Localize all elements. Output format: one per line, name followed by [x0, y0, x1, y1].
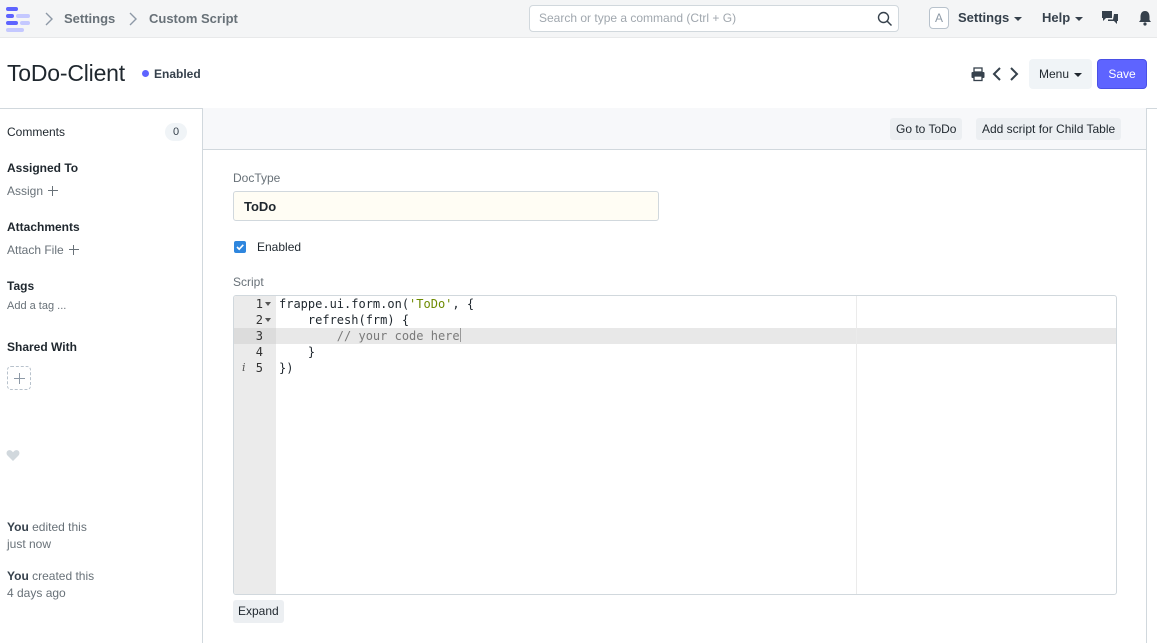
line-number: 1	[255, 297, 263, 311]
next-record-icon[interactable]	[1007, 66, 1021, 82]
breadcrumb-custom-script[interactable]: Custom Script	[149, 11, 238, 26]
line-number: 4	[255, 345, 263, 359]
timeline-item-edited: You edited this just now	[7, 519, 117, 553]
doctype-input[interactable]	[233, 191, 659, 221]
breadcrumb-chevron-icon	[45, 12, 53, 26]
attach-file-link[interactable]: Attach File	[7, 243, 79, 257]
add-child-table-script-button[interactable]: Add script for Child Table	[976, 118, 1122, 140]
code-string: 'ToDo'	[409, 297, 453, 311]
settings-dropdown-label: Settings	[958, 10, 1010, 25]
notification-bell-icon[interactable]	[1136, 9, 1154, 27]
search-box	[529, 5, 899, 32]
timeline-user: You	[7, 569, 29, 583]
heart-icon[interactable]	[6, 449, 20, 462]
status-indicator: Enabled	[142, 67, 201, 81]
form-toolbar: Go to ToDo Add script for Child Table	[203, 108, 1146, 150]
attach-file-label: Attach File	[7, 243, 64, 257]
code-line: frappe.ui.form.on('ToDo', {	[279, 296, 474, 312]
assign-link[interactable]: Assign	[7, 184, 59, 198]
enabled-label[interactable]: Enabled	[257, 240, 301, 254]
add-tag-link[interactable]: Add a tag ...	[7, 300, 66, 312]
search-input[interactable]	[539, 11, 869, 25]
script-label: Script	[233, 275, 264, 289]
assign-link-label: Assign	[7, 184, 44, 198]
chat-icon[interactable]	[1101, 9, 1119, 27]
timeline-time: 4 days ago	[7, 586, 66, 600]
fold-arrow-icon[interactable]	[265, 318, 271, 322]
print-margin	[856, 296, 857, 594]
code-editor[interactable]: 1 2 3 4 i 5 frappe.ui.form.on('ToDo', { …	[233, 295, 1117, 595]
line-number: 2	[255, 313, 263, 327]
help-dropdown[interactable]: Help	[1042, 10, 1084, 25]
print-icon[interactable]	[970, 66, 986, 82]
navbar: Settings Custom Script A Settings Help	[0, 0, 1157, 38]
fold-arrow-icon[interactable]	[265, 302, 271, 306]
text-cursor	[459, 328, 461, 342]
add-share-button[interactable]	[7, 366, 31, 390]
code-text: frappe.ui.form.on(	[279, 297, 410, 311]
enabled-checkbox[interactable]	[234, 241, 246, 253]
code-line: refresh(frm) {	[279, 313, 410, 327]
code-line-active: // your code here	[279, 328, 461, 344]
help-dropdown-label: Help	[1042, 10, 1071, 25]
timeline-user: You	[7, 520, 29, 534]
app-logo-icon[interactable]	[5, 5, 33, 33]
attachments-heading: Attachments	[7, 220, 80, 234]
caret-down-icon	[1075, 16, 1084, 21]
timeline-action: created this	[28, 569, 95, 583]
line-number-active: 3	[255, 329, 263, 343]
menu-button[interactable]: Menu	[1029, 59, 1092, 89]
previous-record-icon[interactable]	[990, 66, 1004, 82]
search-icon[interactable]	[877, 11, 893, 27]
caret-down-icon	[1074, 72, 1083, 77]
comments-count-badge: 0	[165, 123, 187, 141]
tags-heading: Tags	[7, 279, 35, 293]
code-line: }	[279, 345, 316, 359]
code-text: , {	[452, 297, 475, 311]
checkmark-icon	[236, 244, 244, 251]
line-number: 5	[255, 361, 263, 375]
go-to-todo-button[interactable]: Go to ToDo	[890, 118, 963, 140]
status-text: Enabled	[154, 67, 201, 81]
plus-icon	[68, 245, 79, 255]
plus-icon	[48, 186, 59, 196]
code-line: })	[279, 361, 294, 375]
menu-button-label: Menu	[1038, 67, 1070, 81]
shared-with-heading: Shared With	[7, 340, 77, 354]
save-button[interactable]: Save	[1097, 59, 1147, 89]
settings-dropdown[interactable]: Settings	[958, 10, 1023, 25]
doctype-label: DocType	[233, 171, 281, 185]
timeline-item-created: You created this 4 days ago	[7, 568, 117, 602]
status-dot-icon	[142, 70, 149, 77]
form-panel: Go to ToDo Add script for Child Table Do…	[202, 108, 1147, 643]
timeline-action: edited this	[28, 520, 87, 534]
breadcrumb-settings[interactable]: Settings	[64, 11, 115, 26]
avatar[interactable]: A	[929, 7, 949, 29]
timeline-time: just now	[7, 537, 52, 551]
breadcrumb-chevron-icon	[129, 12, 137, 26]
assigned-to-heading: Assigned To	[7, 161, 79, 175]
expand-button[interactable]: Expand	[233, 600, 284, 623]
page-title: ToDo-Client	[7, 60, 125, 86]
code-comment: // your code here	[279, 329, 460, 343]
comments-label[interactable]: Comments	[7, 125, 65, 139]
caret-down-icon	[1014, 16, 1023, 21]
